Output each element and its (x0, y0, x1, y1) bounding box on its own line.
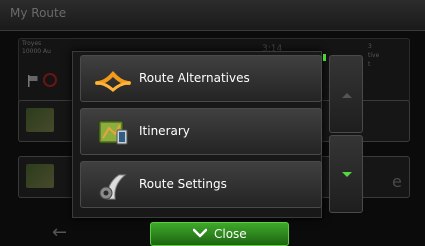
close-button[interactable]: Close (150, 222, 289, 246)
back-arrow-icon[interactable]: ← (52, 224, 67, 242)
chevron-up-icon (342, 93, 352, 98)
scroll-up-button[interactable] (329, 55, 363, 133)
warning-icon (43, 73, 57, 87)
menu-item-label: Route Alternatives (139, 71, 250, 85)
route-alternatives-icon (95, 70, 131, 92)
menu-item-route-settings[interactable]: Route Settings (80, 161, 322, 208)
flag-icon (28, 75, 38, 87)
page-title: My Route (10, 6, 67, 20)
chevron-down-icon (342, 172, 352, 177)
chevron-down-icon (193, 228, 207, 238)
header-bar: My Route (0, 0, 425, 31)
map-label: e (392, 172, 402, 191)
route-settings-icon (99, 174, 127, 200)
menu-item-label: Itinerary (139, 124, 190, 138)
menu-item-label: Route Settings (139, 177, 227, 191)
destination-label: Troyes 10000 Au (22, 40, 51, 55)
route-info-label: 3 tive t (368, 43, 380, 68)
map-thumbnail (26, 164, 54, 188)
menu-item-itinerary[interactable]: Itinerary (80, 108, 322, 155)
scroll-down-button[interactable] (329, 135, 363, 213)
menu-item-route-alternatives[interactable]: Route Alternatives (80, 55, 322, 102)
itinerary-icon (98, 120, 128, 145)
close-label: Close (214, 227, 247, 241)
map-thumbnail (26, 108, 54, 132)
selection-indicator (323, 54, 326, 61)
